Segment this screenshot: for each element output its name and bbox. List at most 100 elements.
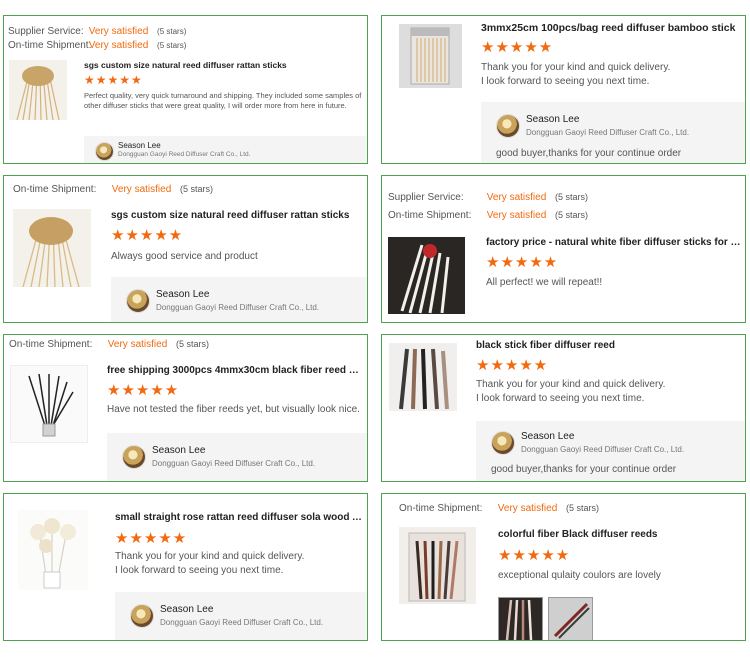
rating-label: On-time Shipment: (9, 339, 93, 350)
review-comment: All perfect! we will repeat!! (486, 277, 603, 288)
seller-reply: Season Lee Dongguan Gaoyi Reed Diffuser … (84, 136, 367, 163)
star-rating: ★★★★★ (481, 39, 554, 56)
review-card-2: 3mmx25cm 100pcs/bag reed diffuser bamboo… (381, 15, 746, 164)
rating-stars-text: (5 stars) (555, 210, 589, 220)
review-comment: Thank you for your kind and quick delive… (476, 378, 738, 405)
rating-label: On-time Shipment: (388, 210, 472, 221)
star-rating: ★★★★★ (107, 382, 180, 399)
seller-name: Season Lee (160, 604, 214, 615)
avatar (130, 604, 154, 628)
rating-stars-text: (5 stars) (157, 27, 187, 36)
review-card-5: On-time Shipment: Very satisfied (5 star… (3, 334, 368, 482)
star-rating: ★★★★★ (476, 357, 549, 374)
product-title[interactable]: colorful fiber Black diffuser reeds (498, 529, 742, 540)
rating-label: On-time Shipment: (399, 503, 483, 514)
seller-company: Dongguan Gaoyi Reed Diffuser Craft Co., … (160, 618, 324, 627)
review-card-6: black stick fiber diffuser reed ★★★★★ Th… (381, 334, 746, 482)
rating-value: Very satisfied (497, 503, 558, 514)
avatar (95, 142, 114, 161)
review-card-1: Supplier Service: Very satisfied (5 star… (3, 15, 368, 164)
product-image[interactable] (10, 365, 88, 443)
supplier-service-rating: Supplier Service: Very satisfied (5 star… (388, 192, 588, 203)
review-card-7: small straight rose rattan reed diffuser… (3, 493, 368, 641)
review-card-3: On-time Shipment: Very satisfied (5 star… (3, 175, 368, 323)
rating-value: Very satisfied (486, 210, 547, 221)
comment-line: Thank you for your kind and quick delive… (115, 551, 305, 562)
ontime-shipment-rating: On-time Shipment: Very satisfied (5 star… (8, 40, 186, 51)
rating-value: Very satisfied (107, 339, 168, 350)
review-comment: Thank you for your kind and quick delive… (481, 61, 743, 88)
rating-stars-text: (5 stars) (555, 192, 589, 202)
ontime-shipment-rating: On-time Shipment: Very satisfied (5 star… (13, 184, 213, 195)
reply-text: good buyer,thanks for your continue orde… (496, 148, 682, 159)
seller-company: Dongguan Gaoyi Reed Diffuser Craft Co., … (526, 128, 690, 137)
product-image[interactable] (399, 527, 476, 604)
star-rating: ★★★★★ (486, 254, 559, 271)
rating-stars-text: (5 stars) (566, 503, 600, 513)
comment-line: I look forward to seeing you next time. (481, 75, 650, 87)
seller-reply: Season Lee Dongguan Gaoyi Reed Diffuser … (115, 592, 367, 640)
rating-stars-text: (5 stars) (157, 41, 187, 50)
rating-value: Very satisfied (111, 184, 172, 195)
ontime-shipment-rating: On-time Shipment: Very satisfied (5 star… (388, 210, 588, 221)
product-title[interactable]: sgs custom size natural reed diffuser ra… (111, 210, 366, 221)
rating-label: On-time Shipment: (8, 40, 92, 51)
rating-value: Very satisfied (486, 192, 547, 203)
seller-name: Season Lee (526, 114, 580, 125)
product-image[interactable] (9, 60, 67, 120)
product-title[interactable]: black stick fiber diffuser reed (476, 340, 736, 351)
seller-reply: Season Lee Dongguan Gaoyi Reed Diffuser … (476, 421, 745, 481)
seller-reply: Season Lee Dongguan Gaoyi Reed Diffuser … (111, 277, 367, 322)
avatar (496, 114, 520, 138)
supplier-service-rating: Supplier Service: Very satisfied (5 star… (8, 26, 186, 37)
product-title[interactable]: free shipping 3000pcs 4mmx30cm black fib… (107, 365, 362, 376)
avatar (126, 289, 150, 313)
ontime-shipment-rating: On-time Shipment: Very satisfied (5 star… (9, 339, 209, 350)
seller-company: Dongguan Gaoyi Reed Diffuser Craft Co., … (521, 445, 685, 454)
seller-reply: Season Lee Dongguan Gaoyi Reed Diffuser … (107, 433, 367, 481)
rating-label: On-time Shipment: (13, 184, 97, 195)
product-image[interactable] (399, 24, 462, 88)
star-rating: ★★★★★ (498, 547, 571, 564)
avatar (491, 431, 515, 455)
product-image[interactable] (18, 510, 88, 590)
rating-value: Very satisfied (88, 40, 149, 51)
review-comment: Thank you for your kind and quick delive… (115, 550, 367, 577)
review-comment: Have not tested the fiber reeds yet, but… (107, 404, 360, 415)
product-image[interactable] (389, 343, 457, 411)
seller-name: Season Lee (118, 141, 161, 150)
rating-stars-text: (5 stars) (180, 184, 214, 194)
rating-value: Very satisfied (88, 26, 149, 37)
rating-stars-text: (5 stars) (176, 339, 210, 349)
seller-reply: Season Lee Dongguan Gaoyi Reed Diffuser … (481, 102, 745, 163)
star-rating: ★★★★★ (84, 73, 143, 87)
seller-company: Dongguan Gaoyi Reed Diffuser Craft Co., … (118, 151, 251, 158)
product-title[interactable]: sgs custom size natural reed diffuser ra… (84, 60, 354, 70)
comment-line: I look forward to seeing you next time. (476, 392, 645, 404)
comment-line: Thank you for your kind and quick delive… (481, 62, 671, 73)
seller-name: Season Lee (156, 289, 210, 300)
product-title[interactable]: factory price - natural white fiber diff… (486, 237, 742, 248)
product-image[interactable] (13, 209, 91, 287)
rating-label: Supplier Service: (8, 26, 84, 37)
review-comment: exceptional qulaity coulors are lovely (498, 570, 661, 581)
ontime-shipment-rating: On-time Shipment: Very satisfied (5 star… (399, 503, 599, 514)
product-title[interactable]: small straight rose rattan reed diffuser… (115, 512, 367, 523)
seller-company: Dongguan Gaoyi Reed Diffuser Craft Co., … (156, 303, 320, 312)
product-title[interactable]: 3mmx25cm 100pcs/bag reed diffuser bamboo… (481, 22, 741, 34)
seller-company: Dongguan Gaoyi Reed Diffuser Craft Co., … (152, 459, 316, 468)
rating-label: Supplier Service: (388, 192, 464, 203)
review-photo-2[interactable] (548, 597, 593, 640)
review-comment: Perfect quality, very quick turnaround a… (84, 91, 362, 111)
product-image[interactable] (388, 237, 465, 314)
star-rating: ★★★★★ (111, 227, 184, 244)
star-rating: ★★★★★ (115, 530, 188, 547)
reply-text: good buyer,thanks for your continue orde… (491, 464, 677, 475)
seller-name: Season Lee (152, 445, 206, 456)
review-photo-1[interactable] (498, 597, 543, 640)
review-card-8: On-time Shipment: Very satisfied (5 star… (381, 493, 746, 641)
comment-line: Thank you for your kind and quick delive… (476, 379, 666, 390)
review-comment: Always good service and product (111, 251, 258, 262)
avatar (122, 445, 146, 469)
review-card-4: Supplier Service: Very satisfied (5 star… (381, 175, 746, 323)
